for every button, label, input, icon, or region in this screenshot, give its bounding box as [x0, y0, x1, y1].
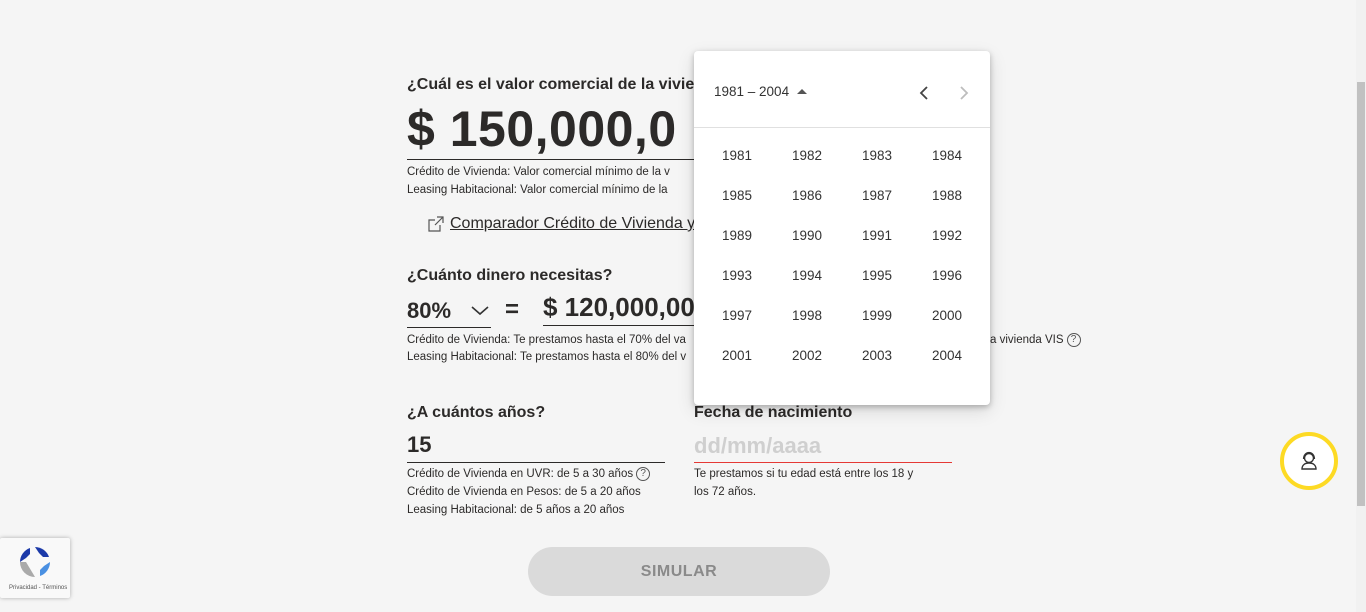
- year-cell[interactable]: 1981: [702, 148, 772, 163]
- year-cell[interactable]: 1989: [702, 228, 772, 243]
- year-picker-header: 1981 – 2004: [694, 51, 990, 128]
- comparator-link[interactable]: Comparador Crédito de Vivienda y: [428, 215, 695, 233]
- year-cell[interactable]: 2003: [842, 348, 912, 363]
- year-cell[interactable]: 1998: [772, 308, 842, 323]
- property-value-question: ¿Cuál es el valor comercial de la vivien: [407, 76, 705, 93]
- year-cell[interactable]: 2001: [702, 348, 772, 363]
- loan-amount-hint-1-tail: a vivienda VIS: [990, 334, 1064, 346]
- loan-amount-hint-2: Leasing Habitacional: Te prestamos hasta…: [407, 351, 687, 363]
- year-cell[interactable]: 1993: [702, 268, 772, 283]
- year-cell[interactable]: 1987: [842, 188, 912, 203]
- year-row: 1989 1990 1991 1992: [702, 215, 982, 255]
- scrollbar-thumb[interactable]: [1357, 82, 1365, 506]
- term-hint-1-wrap: Crédito de Vivienda en UVR: de 5 a 30 añ…: [407, 465, 651, 483]
- year-row: 2001 2002 2003 2004: [702, 335, 982, 375]
- percent-value: 80%: [407, 297, 452, 323]
- next-years-button[interactable]: [952, 81, 976, 105]
- help-icon[interactable]: ?: [636, 466, 651, 481]
- year-cell[interactable]: 1992: [912, 228, 982, 243]
- year-cell[interactable]: 1996: [912, 268, 982, 283]
- year-grid: 1981 1982 1983 1984 1985 1986 1987 1988 …: [702, 135, 982, 375]
- term-hint-3: Leasing Habitacional: de 5 años a 20 año…: [407, 504, 625, 516]
- year-cell[interactable]: 1988: [912, 188, 982, 203]
- property-value-hint-2: Leasing Habitacional: Valor comercial mí…: [407, 184, 668, 196]
- property-value-input[interactable]: $ 150,000,0: [407, 98, 697, 160]
- term-hint-2: Crédito de Vivienda en Pesos: de 5 a 20 …: [407, 486, 641, 498]
- year-row: 1981 1982 1983 1984: [702, 135, 982, 175]
- recaptcha-badge[interactable]: Privacidad - Términos: [0, 538, 70, 598]
- year-cell[interactable]: 2004: [912, 348, 982, 363]
- loan-amount-hint-1-tail-wrap: a vivienda VIS?: [990, 331, 1081, 349]
- equals-sign: =: [505, 296, 520, 323]
- loan-amount-value: $ 120,000,00: [543, 292, 696, 326]
- year-cell[interactable]: 1983: [842, 148, 912, 163]
- year-range-label: 1981 – 2004: [714, 84, 790, 99]
- birth-date-hint-2: los 72 años.: [694, 486, 757, 498]
- term-hint-1: Crédito de Vivienda en UVR: de 5 a 30 añ…: [407, 468, 634, 480]
- percent-select[interactable]: 80%: [407, 294, 491, 328]
- birth-date-label: Fecha de nacimiento: [694, 404, 853, 421]
- term-input[interactable]: 15: [407, 432, 665, 463]
- simulate-button[interactable]: SIMULAR: [528, 547, 830, 596]
- recaptcha-links[interactable]: Privacidad - Términos: [9, 585, 67, 591]
- property-value-hint-1: Crédito de Vivienda: Valor comercial mín…: [407, 166, 670, 178]
- year-cell[interactable]: 1990: [772, 228, 842, 243]
- year-cell[interactable]: 1994: [772, 268, 842, 283]
- birth-date-input[interactable]: [694, 432, 952, 463]
- comparator-link-label: Comparador Crédito de Vivienda y: [450, 215, 696, 232]
- help-icon[interactable]: ?: [1066, 332, 1081, 347]
- scrollbar-track[interactable]: [1356, 0, 1366, 612]
- assistant-button[interactable]: [1280, 432, 1338, 490]
- year-cell[interactable]: 1997: [702, 308, 772, 323]
- year-picker: 1981 – 2004 1981 1982 1983 1984 1985 198…: [694, 51, 990, 405]
- year-cell[interactable]: 1982: [772, 148, 842, 163]
- loan-amount-hint-1: Crédito de Vivienda: Te prestamos hasta …: [407, 334, 686, 346]
- chevron-down-icon: [471, 305, 489, 316]
- assistant-icon: [1298, 450, 1320, 472]
- recaptcha-icon: [17, 544, 53, 580]
- birth-date-hint-1: Te prestamos si tu edad está entre los 1…: [694, 468, 914, 480]
- term-question: ¿A cuántos años?: [407, 404, 546, 421]
- caret-up-icon: [797, 89, 808, 94]
- external-link-icon: [428, 216, 444, 232]
- year-cell[interactable]: 2002: [772, 348, 842, 363]
- year-cell[interactable]: 1986: [772, 188, 842, 203]
- year-row: 1985 1986 1987 1988: [702, 175, 982, 215]
- loan-amount-question: ¿Cuánto dinero necesitas?: [407, 267, 613, 284]
- chevron-left-icon: [919, 85, 929, 101]
- year-cell[interactable]: 1995: [842, 268, 912, 283]
- year-range-toggle[interactable]: 1981 – 2004: [714, 84, 808, 99]
- chevron-right-icon: [959, 85, 969, 101]
- previous-years-button[interactable]: [912, 81, 936, 105]
- year-cell[interactable]: 1984: [912, 148, 982, 163]
- year-row: 1993 1994 1995 1996: [702, 255, 982, 295]
- year-cell[interactable]: 1991: [842, 228, 912, 243]
- year-cell[interactable]: 2000: [912, 308, 982, 323]
- year-cell[interactable]: 1999: [842, 308, 912, 323]
- year-cell[interactable]: 1985: [702, 188, 772, 203]
- year-row: 1997 1998 1999 2000: [702, 295, 982, 335]
